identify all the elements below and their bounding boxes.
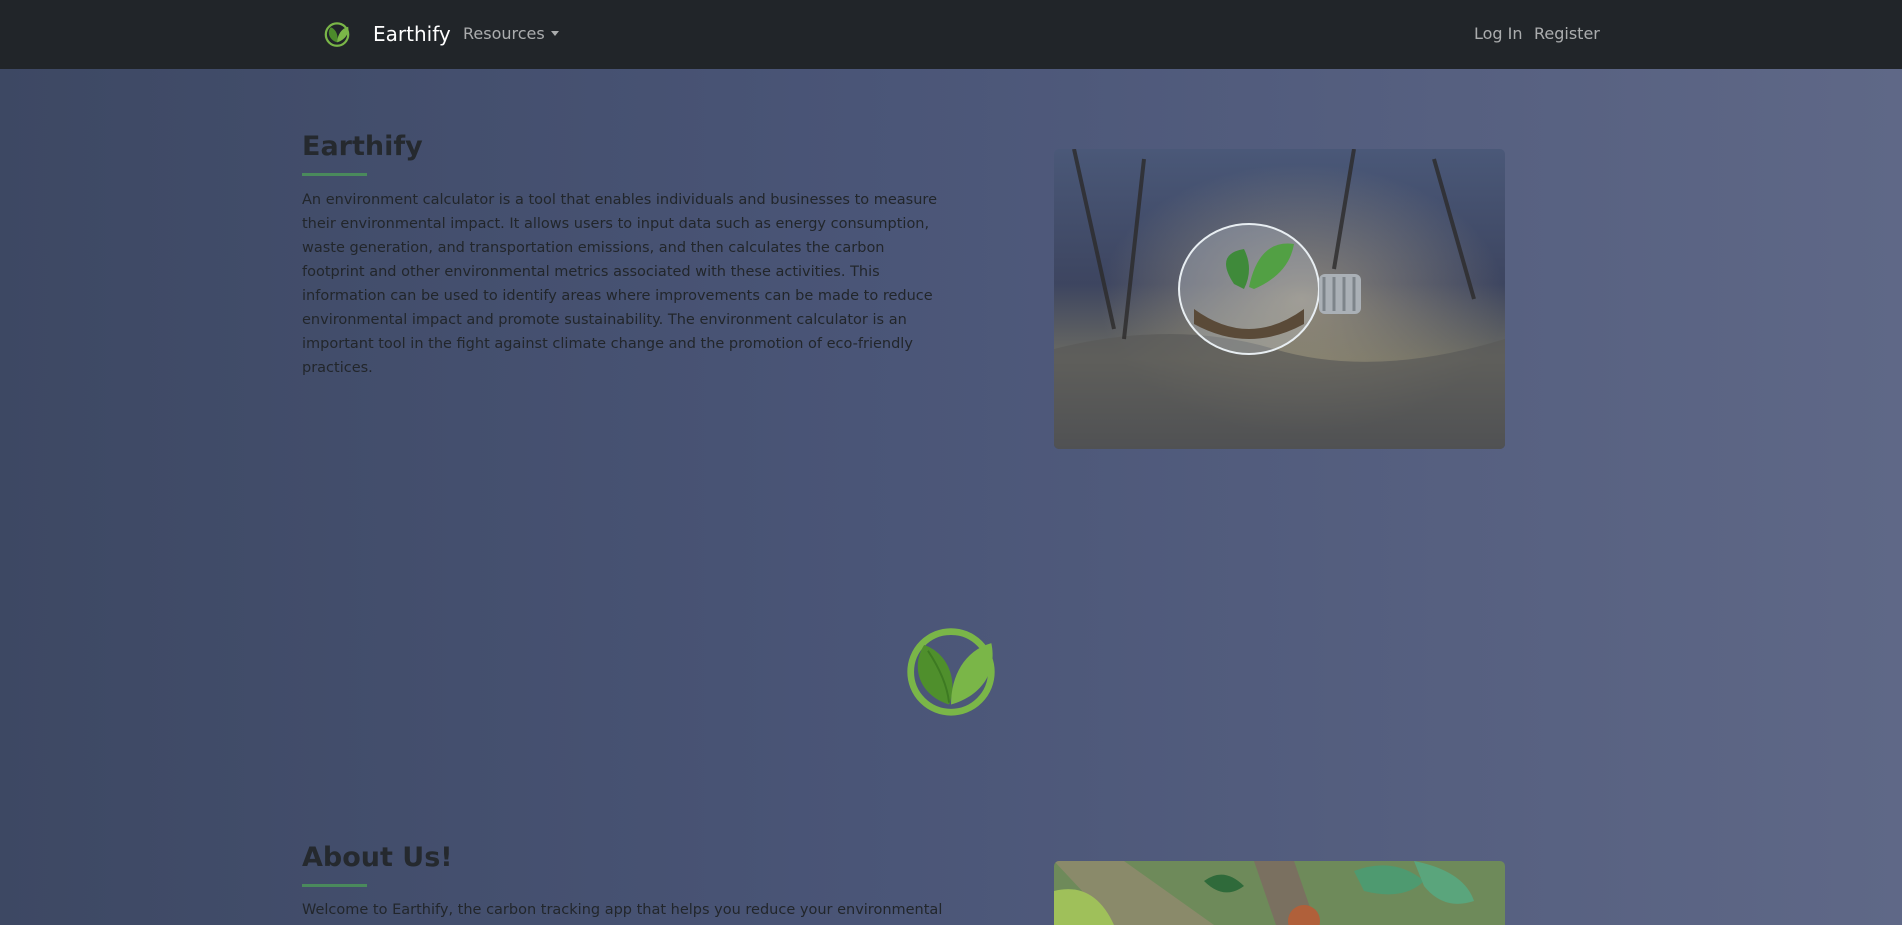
about-title-underline xyxy=(302,884,367,887)
leaf-emblem-icon xyxy=(907,628,995,716)
lightbulb-plant-photo xyxy=(1054,149,1505,449)
leaf-logo-icon[interactable] xyxy=(323,20,351,48)
hero-title-underline xyxy=(302,173,367,176)
about-description: Welcome to Earthify, the carbon tracking… xyxy=(302,902,943,918)
forest-leaves-photo xyxy=(1054,861,1505,925)
resources-label: Resources xyxy=(463,24,545,43)
about-title: About Us! xyxy=(302,842,453,873)
login-link[interactable]: Log In xyxy=(1474,21,1523,47)
caret-down-icon xyxy=(550,31,559,36)
hero-description: An environment calculator is a tool that… xyxy=(302,192,937,376)
register-link[interactable]: Register xyxy=(1534,21,1600,47)
hero-title: Earthify xyxy=(302,131,423,162)
resources-dropdown[interactable]: Resources xyxy=(463,21,559,47)
brand-name[interactable]: Earthify xyxy=(373,20,451,48)
top-navbar: Earthify Resources Log In Register xyxy=(0,0,1902,69)
